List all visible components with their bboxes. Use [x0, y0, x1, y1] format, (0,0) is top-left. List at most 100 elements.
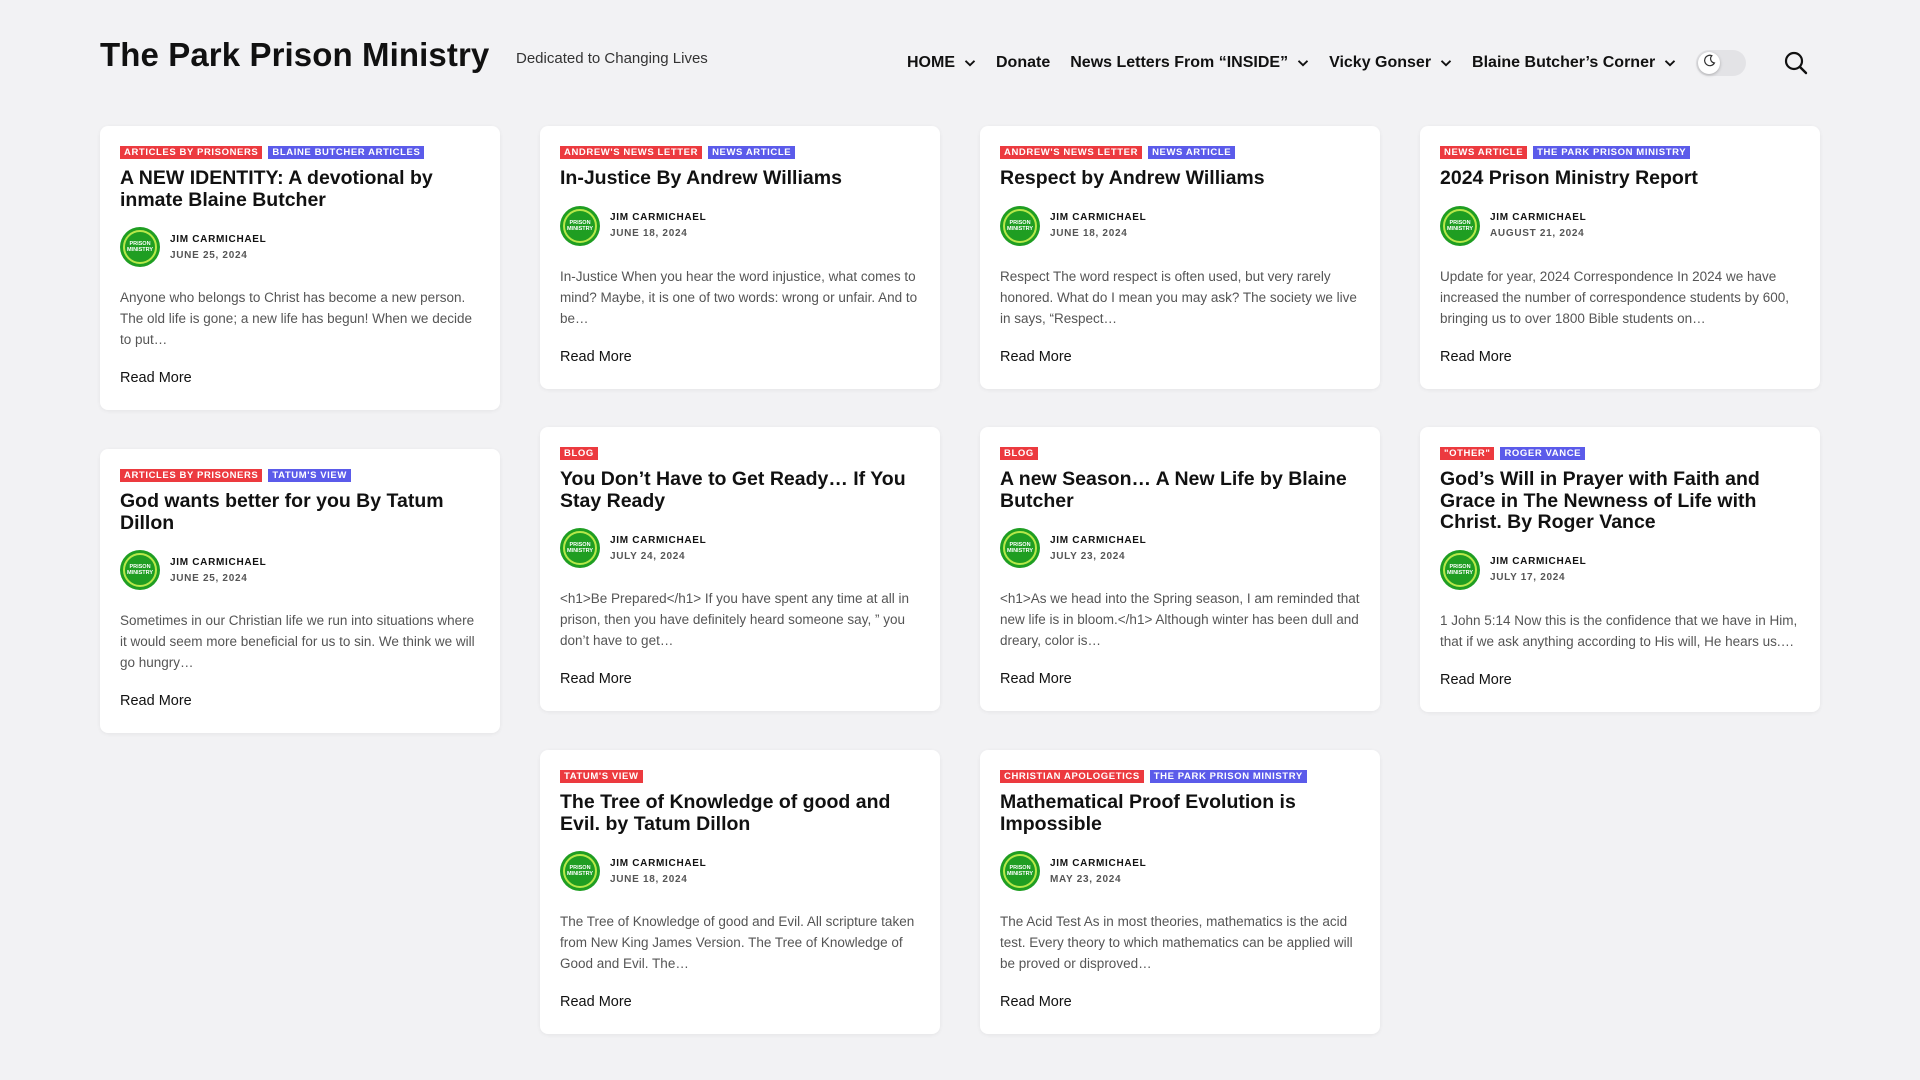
chevron-down-icon[interactable]: [1664, 57, 1676, 69]
post-categories: BLOG: [560, 447, 920, 460]
post-author[interactable]: JIM CARMICHAEL: [1050, 858, 1146, 869]
category-tag[interactable]: NEWS ARTICLE: [1148, 146, 1236, 159]
post-author[interactable]: JIM CARMICHAEL: [1050, 212, 1146, 223]
post-author[interactable]: JIM CARMICHAEL: [170, 234, 266, 245]
post-title[interactable]: God wants better for you By Tatum Dillon: [120, 490, 480, 534]
author-avatar[interactable]: PRISON MINISTRY: [1000, 205, 1040, 246]
post-card: ARTICLES BY PRISONERS BLAINE BUTCHER ART…: [100, 126, 500, 410]
post-title[interactable]: You Don’t Have to Get Ready… If You Stay…: [560, 468, 920, 512]
category-tag[interactable]: TATUM'S VIEW: [560, 770, 643, 783]
nav-item-donate[interactable]: Donate: [996, 54, 1050, 72]
post-author[interactable]: JIM CARMICHAEL: [1050, 535, 1146, 546]
post-excerpt: 1 John 5:14 Now this is the confidence t…: [1440, 612, 1798, 649]
author-avatar[interactable]: PRISON MINISTRY: [1440, 549, 1480, 590]
post-author[interactable]: JIM CARMICHAEL: [1490, 556, 1586, 567]
main-nav: HOME Donate News Letters From “INSIDE” V…: [907, 51, 1696, 75]
post-author[interactable]: JIM CARMICHAEL: [610, 858, 706, 869]
category-tag[interactable]: BLOG: [560, 447, 598, 460]
author-avatar[interactable]: PRISON MINISTRY: [120, 227, 160, 267]
nav-item-home[interactable]: HOME: [907, 54, 976, 72]
category-tag[interactable]: NEWS ARTICLE: [1440, 146, 1528, 159]
post-author[interactable]: JIM CARMICHAEL: [610, 535, 706, 546]
post-excerpt: <h1>As we head into the Spring season, I…: [1000, 591, 1360, 648]
read-more-link[interactable]: Read More: [120, 693, 192, 709]
avatar-text: PRISON MINISTRY: [563, 854, 597, 888]
read-more-link[interactable]: Read More: [1000, 671, 1072, 687]
author-avatar[interactable]: PRISON MINISTRY: [1440, 205, 1480, 246]
post-excerpt: <h1>Be Prepared</h1> If you have spent a…: [560, 591, 909, 648]
post-excerpt: The Tree of Knowledge of good and Evil. …: [560, 914, 915, 971]
nav-item-blaine-butchers-corner[interactable]: Blaine Butcher’s Corner: [1472, 54, 1676, 72]
post-excerpt: Sometimes in our Christian life we run i…: [120, 613, 475, 670]
chevron-down-icon[interactable]: [1440, 57, 1452, 69]
read-more-link[interactable]: Read More: [1440, 672, 1512, 688]
nav-item-vicky-gonser[interactable]: Vicky Gonser: [1329, 54, 1452, 72]
avatar-text: PRISON MINISTRY: [1003, 208, 1037, 243]
category-tag[interactable]: BLAINE BUTCHER ARTICLES: [268, 146, 425, 159]
author-avatar[interactable]: PRISON MINISTRY: [1000, 851, 1040, 891]
read-more-link[interactable]: Read More: [560, 671, 632, 687]
read-more-link[interactable]: Read More: [1440, 349, 1512, 365]
category-tag[interactable]: ARTICLES BY PRISONERS: [120, 146, 263, 159]
site-title[interactable]: The Park Prison Ministry: [100, 36, 489, 74]
category-tag[interactable]: TATUM'S VIEW: [268, 469, 351, 482]
search-button[interactable]: [1783, 50, 1809, 76]
read-more-link[interactable]: Read More: [560, 349, 632, 365]
post-excerpt: The Acid Test As in most theories, mathe…: [1000, 914, 1353, 971]
post-title[interactable]: Respect by Andrew Williams: [1000, 167, 1360, 190]
post-meta: PRISON MINISTRY JIM CARMICHAEL JUNE 18, …: [560, 851, 920, 891]
nav-label: HOME: [907, 54, 955, 71]
nav-item-news-letters[interactable]: News Letters From “INSIDE”: [1070, 54, 1309, 72]
site-tagline: Dedicated to Changing Lives: [516, 50, 708, 67]
post-card: TATUM'S VIEW The Tree of Knowledge of go…: [540, 750, 940, 1034]
category-tag[interactable]: ARTICLES BY PRISONERS: [120, 469, 263, 482]
avatar-text: PRISON MINISTRY: [1003, 854, 1037, 888]
post-author[interactable]: JIM CARMICHAEL: [610, 212, 706, 223]
chevron-down-icon[interactable]: [1297, 57, 1309, 69]
post-title[interactable]: In-Justice By Andrew Williams: [560, 167, 920, 190]
category-tag[interactable]: CHRISTIAN APOLOGETICS: [1000, 770, 1144, 783]
post-date: MAY 23, 2024: [1050, 873, 1122, 885]
nav-label: Blaine Butcher’s Corner: [1472, 54, 1656, 71]
read-more-link[interactable]: Read More: [1000, 349, 1072, 365]
author-avatar[interactable]: PRISON MINISTRY: [120, 550, 160, 590]
category-tag[interactable]: "OTHER": [1440, 447, 1495, 460]
post-title[interactable]: A new Season… A New Life by Blaine Butch…: [1000, 468, 1360, 512]
nav-label: Vicky Gonser: [1329, 54, 1432, 71]
author-avatar[interactable]: PRISON MINISTRY: [560, 851, 600, 891]
author-avatar[interactable]: PRISON MINISTRY: [560, 205, 600, 246]
post-title[interactable]: The Tree of Knowledge of good and Evil. …: [560, 791, 920, 835]
post-author[interactable]: JIM CARMICHAEL: [1490, 212, 1586, 223]
post-card: ANDREW'S NEWS LETTER NEWS ARTICLE Respec…: [980, 126, 1380, 389]
category-tag[interactable]: THE PARK PRISON MINISTRY: [1533, 146, 1691, 159]
moon-icon: [1703, 54, 1716, 72]
author-avatar[interactable]: PRISON MINISTRY: [1000, 528, 1040, 568]
post-meta: PRISON MINISTRY JIM CARMICHAEL AUGUST 21…: [1440, 205, 1800, 246]
post-meta: PRISON MINISTRY JIM CARMICHAEL JULY 17, …: [1440, 549, 1800, 590]
post-card: NEWS ARTICLE THE PARK PRISON MINISTRY 20…: [1420, 126, 1820, 389]
category-tag[interactable]: NEWS ARTICLE: [708, 146, 796, 159]
post-title[interactable]: Mathematical Proof Evolution is Impossib…: [1000, 791, 1360, 835]
read-more-link[interactable]: Read More: [120, 370, 192, 386]
chevron-down-icon[interactable]: [964, 57, 976, 69]
nav-label: News Letters From “INSIDE”: [1070, 54, 1289, 71]
post-author[interactable]: JIM CARMICHAEL: [170, 557, 266, 568]
read-more-link[interactable]: Read More: [560, 994, 632, 1010]
read-more-link[interactable]: Read More: [1000, 994, 1072, 1010]
post-title[interactable]: A NEW IDENTITY: A devotional by inmate B…: [120, 167, 480, 211]
dark-mode-toggle[interactable]: [1696, 50, 1746, 76]
post-excerpt: Anyone who belongs to Christ has become …: [120, 290, 472, 347]
category-tag[interactable]: ANDREW'S NEWS LETTER: [1000, 146, 1143, 159]
category-tag[interactable]: BLOG: [1000, 447, 1038, 460]
post-date: JULY 23, 2024: [1050, 550, 1126, 562]
category-tag[interactable]: THE PARK PRISON MINISTRY: [1149, 770, 1307, 783]
category-tag[interactable]: ROGER VANCE: [1500, 447, 1586, 460]
category-tag[interactable]: ANDREW'S NEWS LETTER: [560, 146, 703, 159]
post-title[interactable]: 2024 Prison Ministry Report: [1440, 167, 1800, 190]
post-meta: PRISON MINISTRY JIM CARMICHAEL JUNE 25, …: [120, 227, 480, 267]
toggle-knob: [1698, 52, 1720, 74]
post-card: BLOG You Don’t Have to Get Ready… If You…: [540, 427, 940, 711]
post-title[interactable]: God’s Will in Prayer with Faith and Grac…: [1440, 468, 1800, 534]
avatar-text: PRISON MINISTRY: [1443, 552, 1477, 587]
author-avatar[interactable]: PRISON MINISTRY: [560, 528, 600, 568]
